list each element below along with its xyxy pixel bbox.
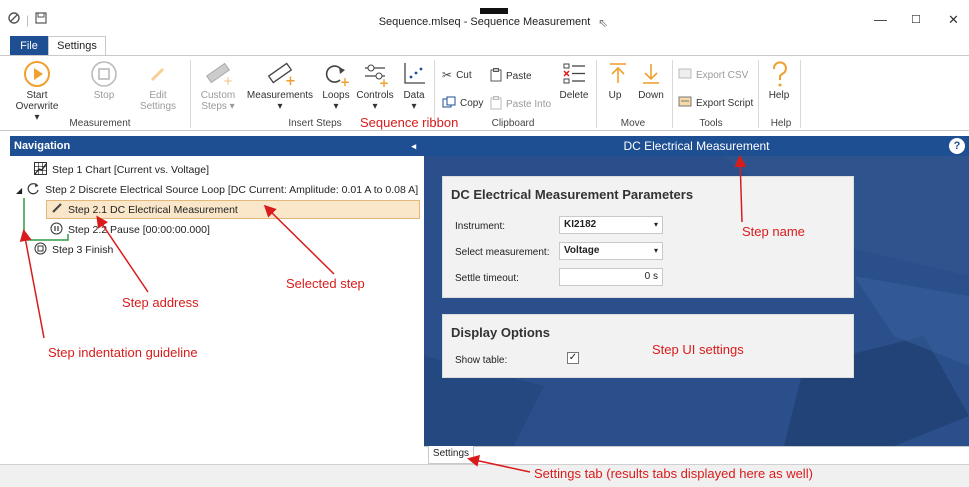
- stop-icon: [88, 60, 120, 88]
- close-button[interactable]: ✕: [948, 12, 959, 28]
- loop-plus-icon: +: [320, 60, 352, 88]
- group-label-move: Move: [620, 118, 646, 129]
- question-mark-icon: [764, 60, 796, 88]
- annotation-step-indentation: Step indentation guideline: [48, 345, 198, 360]
- status-bar: [0, 464, 969, 487]
- measurements-button[interactable]: + Measurements ▾: [246, 60, 314, 112]
- parameters-title: DC Electrical Measurement Parameters: [451, 187, 694, 202]
- annotation-step-ui-settings: Step UI settings: [652, 342, 744, 357]
- custom-steps-button[interactable]: + Custom Steps ▾: [198, 60, 238, 112]
- minimize-button[interactable]: —: [874, 12, 887, 27]
- svg-text:+: +: [285, 74, 295, 87]
- tab-settings[interactable]: Settings: [48, 36, 106, 56]
- pencil-icon: [142, 60, 174, 88]
- instrument-label: Instrument:: [455, 221, 506, 232]
- tab-file[interactable]: File: [10, 36, 48, 56]
- export-icon: [678, 68, 692, 83]
- show-table-checkbox[interactable]: ✓: [567, 352, 579, 364]
- move-up-button[interactable]: Up: [602, 60, 628, 101]
- arrow-up-icon: [602, 60, 634, 88]
- chevron-down-icon: ▾: [653, 246, 658, 255]
- group-label-insert-steps: Insert Steps: [288, 118, 342, 129]
- help-button[interactable]: Help: [764, 60, 794, 101]
- display-options-card: Display Options Show table: ✓: [442, 314, 854, 378]
- svg-text:+: +: [379, 76, 389, 87]
- sequence-ribbon: Start Overwrite ▾ Stop Edit Settings Mea…: [0, 55, 969, 131]
- annotation-step-name: Step name: [742, 224, 805, 239]
- step-name: DC Electrical Measurement: [623, 139, 770, 153]
- timeout-input[interactable]: 0 s: [559, 268, 663, 286]
- measurement-select[interactable]: Voltage ▾: [559, 242, 663, 260]
- export-icon: [678, 96, 692, 111]
- arrow-down-icon: [635, 60, 667, 88]
- annotation-selected-step: Selected step: [286, 276, 365, 291]
- group-separator: [758, 60, 759, 128]
- annotation-sequence-ribbon: Sequence ribbon: [360, 115, 459, 130]
- loops-button[interactable]: + Loops ▾: [318, 60, 354, 112]
- show-table-label: Show table:: [455, 355, 508, 366]
- copy-icon: [442, 96, 456, 111]
- start-button[interactable]: Start Overwrite ▾: [14, 60, 60, 123]
- window-title: Sequence.mlseq - Sequence Measurement: [378, 16, 591, 28]
- edit-settings-button[interactable]: Edit Settings: [136, 60, 180, 112]
- group-label-help: Help: [770, 118, 792, 129]
- navigation-header: Navigation ◂: [10, 136, 424, 156]
- annotation-step-address: Step address: [122, 295, 199, 310]
- ruler-plus-icon: +: [202, 60, 234, 88]
- group-label-tools: Tools: [699, 118, 723, 129]
- svg-text:+: +: [340, 75, 350, 87]
- play-icon: [21, 60, 53, 88]
- data-button[interactable]: Data ▾: [398, 60, 430, 112]
- maximize-button[interactable]: ☐: [911, 13, 921, 26]
- annotation-settings-tab: Settings tab (results tabs displayed her…: [534, 466, 813, 481]
- scissors-icon: ✂: [442, 68, 453, 82]
- navigation-tree: Step 1 Chart [Current vs. Voltage] ◢ Ste…: [10, 156, 424, 446]
- settings-tab[interactable]: Settings: [428, 446, 474, 464]
- group-separator: [672, 60, 673, 128]
- cut-button[interactable]: ✂ Cut: [442, 68, 472, 82]
- scatter-plot-icon: [398, 60, 430, 88]
- group-label-measurement: Measurement: [69, 118, 131, 129]
- tree-item-label: Step 2 Discrete Electrical Source Loop […: [45, 184, 419, 196]
- export-csv-button[interactable]: Export CSV: [678, 68, 748, 83]
- ribbon-tabs: File Settings: [0, 36, 969, 56]
- drag-handle[interactable]: [480, 8, 508, 14]
- help-icon[interactable]: ?: [949, 138, 965, 154]
- copy-button[interactable]: Copy: [442, 96, 483, 111]
- paste-button[interactable]: Paste: [490, 68, 532, 85]
- group-separator: [596, 60, 597, 128]
- export-script-button[interactable]: Export Script: [678, 96, 753, 111]
- step-name-header: DC Electrical Measurement ?: [424, 136, 969, 156]
- delete-button[interactable]: Delete: [556, 60, 592, 101]
- controls-button[interactable]: + Controls ▾: [354, 60, 396, 112]
- mouse-cursor-icon: ⇖: [598, 16, 609, 30]
- delete-list-icon: [558, 60, 590, 88]
- paste-into-button[interactable]: Paste Into: [490, 96, 551, 113]
- group-separator: [800, 60, 801, 128]
- clipboard-icon: [490, 68, 502, 85]
- collapse-navigation-icon[interactable]: ◂: [411, 136, 416, 156]
- clipboard-icon: [490, 96, 502, 113]
- group-label-clipboard: Clipboard: [491, 118, 535, 129]
- display-options-title: Display Options: [451, 325, 550, 340]
- results-tab-bar: [424, 446, 969, 464]
- sliders-icon: +: [359, 60, 391, 88]
- group-separator: [190, 60, 191, 128]
- measurement-label: Select measurement:: [455, 247, 550, 258]
- instrument-select[interactable]: KI2182 ▾: [559, 216, 663, 234]
- ruler-plus-icon: +: [264, 60, 296, 88]
- title-bar: | Sequence.mlseq - Sequence Measurement …: [0, 0, 969, 34]
- tree-item-step-2-1[interactable]: Step 2.1 DC Electrical Measurement: [46, 200, 420, 219]
- timeout-label: Settle timeout:: [455, 273, 519, 284]
- chevron-down-icon: ▾: [653, 220, 658, 229]
- step-settings-panel: DC Electrical Measurement Parameters Ins…: [424, 156, 969, 446]
- tree-item-label: Step 2.1 DC Electrical Measurement: [68, 203, 238, 216]
- svg-text:+: +: [223, 74, 233, 87]
- move-down-button[interactable]: Down: [634, 60, 668, 101]
- stop-button[interactable]: Stop: [84, 60, 124, 101]
- indentation-guideline: [23, 198, 69, 241]
